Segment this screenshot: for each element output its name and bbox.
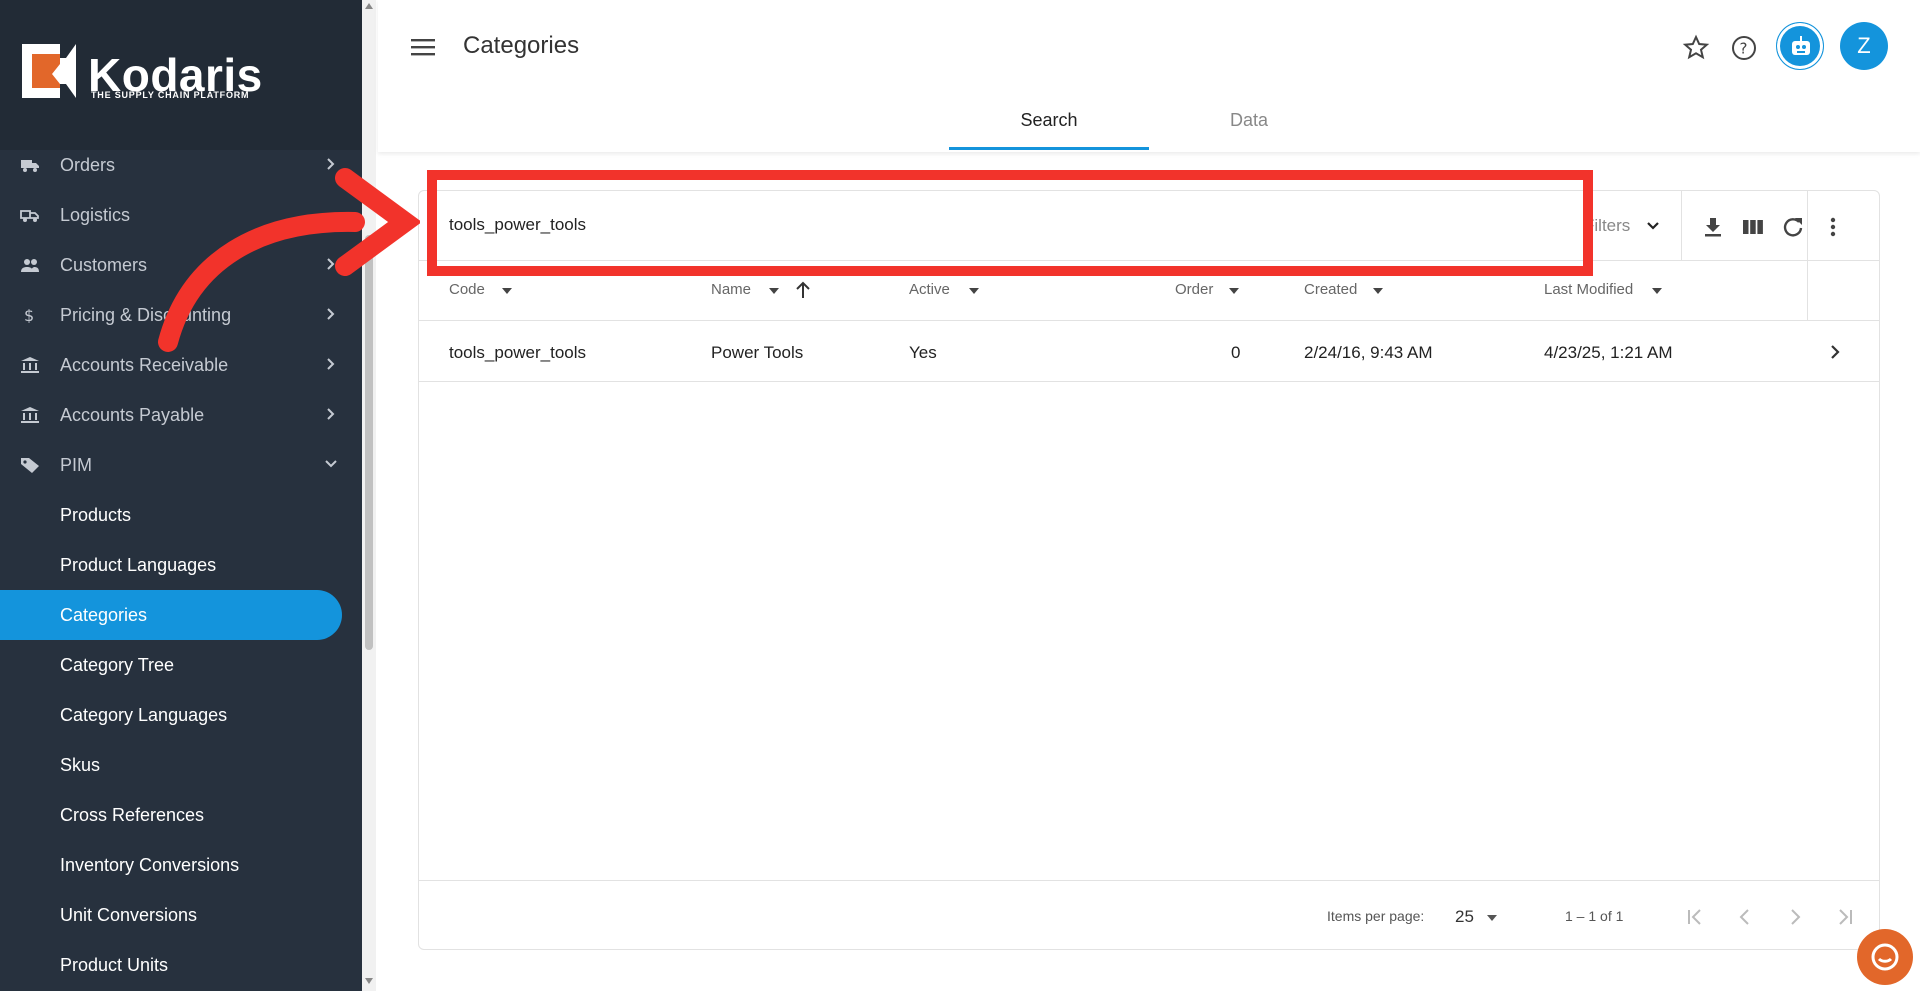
items-per-page-select[interactable]: 25 xyxy=(1455,907,1474,927)
chevron-down-icon xyxy=(325,460,337,468)
cell-code: tools_power_tools xyxy=(449,343,587,362)
sidebar-item-category-tree[interactable]: Category Tree xyxy=(0,640,362,690)
cell-created: 2/24/16, 9:43 AM xyxy=(1304,343,1433,362)
scroll-up-icon[interactable] xyxy=(365,3,373,9)
brand-tagline: THE SUPPLY CHAIN PLATFORM xyxy=(91,90,250,100)
chevron-right-icon[interactable] xyxy=(1826,343,1844,361)
column-header-active[interactable]: Active xyxy=(909,281,950,298)
chevron-right-icon xyxy=(327,408,335,420)
assistant-bot-button[interactable] xyxy=(1776,22,1824,70)
toolbar-divider xyxy=(1681,191,1682,261)
bank-icon xyxy=(21,357,39,373)
sidebar-item-label: Unit Conversions xyxy=(60,905,198,925)
cell-active: Yes xyxy=(909,343,937,362)
sidebar-item-product-units[interactable]: Product Units xyxy=(0,940,362,990)
column-header-created[interactable]: Created xyxy=(1304,281,1357,298)
people-icon xyxy=(21,259,39,272)
sidebar-item-label: Inventory Conversions xyxy=(60,855,240,875)
chat-icon xyxy=(1871,943,1899,971)
sidebar-item-label: Product Languages xyxy=(60,555,217,575)
cell-last-modified: 4/23/25, 1:21 AM xyxy=(1544,343,1673,362)
columns-icon[interactable] xyxy=(1742,216,1764,238)
truck-icon xyxy=(21,160,39,172)
svg-text:$: $ xyxy=(24,307,34,323)
hamburger-menu-icon[interactable] xyxy=(410,36,436,58)
sidebar-item-pim[interactable]: PIM xyxy=(0,440,362,490)
column-menu-icon[interactable] xyxy=(1652,288,1662,294)
sidebar-item-products[interactable]: Products xyxy=(0,490,362,540)
sidebar-item-product-languages[interactable]: Product Languages xyxy=(0,540,362,590)
page-range: 1 – 1 of 1 xyxy=(1565,908,1624,924)
paginator: Items per page: 25 1 – 1 of 1 xyxy=(419,880,1879,950)
sidebar-item-label: Category Tree xyxy=(60,655,175,675)
sidebar-item-label: Cross References xyxy=(60,805,205,825)
sidebar-item-accounts-payable[interactable]: Accounts Payable xyxy=(0,390,362,440)
sidebar-item-label: Logistics xyxy=(60,205,131,225)
sidebar-item-category-languages[interactable]: Category Languages xyxy=(0,690,362,740)
items-per-page-label: Items per page: xyxy=(1327,908,1425,924)
column-menu-icon[interactable] xyxy=(502,288,512,294)
chat-support-button[interactable] xyxy=(1857,929,1913,985)
column-header-name[interactable]: Name xyxy=(711,281,751,298)
scroll-down-icon[interactable] xyxy=(365,978,373,984)
sidebar-item-label: Categories xyxy=(60,605,148,625)
sidebar-item-inventory-conversions[interactable]: Inventory Conversions xyxy=(0,840,362,890)
next-page-icon[interactable] xyxy=(1784,906,1806,928)
sort-ascending-icon[interactable] xyxy=(795,281,811,299)
sidebar-item-label: Orders xyxy=(60,155,116,175)
sidebar-item-categories[interactable]: Categories xyxy=(0,590,342,640)
last-page-icon[interactable] xyxy=(1834,906,1856,928)
dropdown-caret-icon[interactable] xyxy=(1487,915,1497,921)
sidebar-item-unit-conversions[interactable]: Unit Conversions xyxy=(0,890,362,940)
column-menu-icon[interactable] xyxy=(1229,288,1239,294)
column-header-last-modified[interactable]: Last Modified xyxy=(1544,281,1633,298)
cell-name: Power Tools xyxy=(711,343,804,362)
sidebar-item-label: Skus xyxy=(60,755,101,775)
sidebar: Kodaris THE SUPPLY CHAIN PLATFORM Orders… xyxy=(0,0,362,991)
sidebar-scrollbar[interactable] xyxy=(362,0,376,991)
cell-order: 0 xyxy=(1231,343,1241,362)
highlight-box xyxy=(427,170,1593,276)
sidebar-item-label: Products xyxy=(60,505,132,525)
results-card: Filters Code Name Active Order Created L… xyxy=(418,190,1880,950)
table-row[interactable]: tools_power_tools Power Tools Yes 0 2/24… xyxy=(419,322,1879,382)
column-divider xyxy=(1807,191,1808,321)
delivery-icon xyxy=(20,210,39,222)
chevron-down-icon[interactable] xyxy=(1645,218,1661,234)
annotation-arrow-icon xyxy=(158,168,420,352)
robot-icon xyxy=(1792,36,1810,55)
page-title: Categories xyxy=(463,32,580,59)
avatar[interactable]: Z xyxy=(1840,22,1888,70)
sidebar-item-label: Product Units xyxy=(60,955,169,975)
first-page-icon[interactable] xyxy=(1684,906,1706,928)
logo[interactable]: Kodaris THE SUPPLY CHAIN PLATFORM xyxy=(0,0,362,150)
help-icon[interactable]: ? xyxy=(1730,34,1758,62)
dollar-icon: $ xyxy=(24,307,34,323)
refresh-icon[interactable] xyxy=(1782,216,1804,238)
tab-data[interactable]: Data xyxy=(1149,96,1349,150)
app-header: Categories ? Z Search Data xyxy=(378,0,1920,152)
sidebar-item-label: Accounts Payable xyxy=(60,405,205,425)
tab-search[interactable]: Search xyxy=(949,96,1149,150)
download-icon[interactable] xyxy=(1702,216,1724,238)
column-header-order[interactable]: Order xyxy=(1175,281,1213,298)
bank-icon xyxy=(21,407,39,423)
kodaris-logo-icon xyxy=(22,44,76,98)
sidebar-item-label: Category Languages xyxy=(60,705,228,725)
sidebar-item-label: Customers xyxy=(60,255,148,275)
column-menu-icon[interactable] xyxy=(969,288,979,294)
tag-icon xyxy=(21,458,39,473)
sidebar-item-label: PIM xyxy=(60,455,93,475)
previous-page-icon[interactable] xyxy=(1734,906,1756,928)
sidebar-item-skus[interactable]: Skus xyxy=(0,740,362,790)
column-header-code[interactable]: Code xyxy=(449,281,485,298)
more-vert-icon[interactable] xyxy=(1822,216,1844,238)
star-icon[interactable] xyxy=(1682,34,1710,62)
sidebar-item-cross-references[interactable]: Cross References xyxy=(0,790,362,840)
column-menu-icon[interactable] xyxy=(1373,288,1383,294)
column-menu-icon[interactable] xyxy=(769,288,779,294)
svg-text:?: ? xyxy=(1740,40,1748,58)
